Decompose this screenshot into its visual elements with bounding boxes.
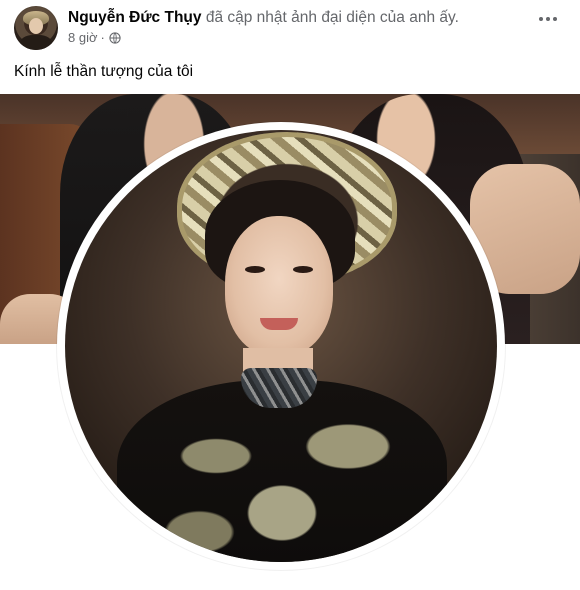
post-header: Nguyễn Đức Thụy đã cập nhật ảnh đại diện… (14, 6, 566, 50)
face (225, 216, 333, 356)
right-eye (293, 266, 313, 273)
post-meta: 8 giờ · (68, 30, 121, 46)
feed-post: Nguyễn Đức Thụy đã cập nhật ảnh đại diện… (0, 0, 580, 590)
profile-photo[interactable] (65, 130, 497, 562)
author-name-link[interactable]: Nguyễn Đức Thụy (68, 9, 202, 26)
post-timestamp[interactable]: 8 giờ (68, 30, 98, 46)
more-dot (546, 17, 550, 21)
post-action-text: đã cập nhật ảnh đại diện của anh ấy. (205, 9, 459, 26)
globe-icon[interactable] (109, 32, 121, 44)
more-options-icon[interactable] (530, 8, 566, 30)
meta-separator: · (100, 30, 105, 45)
post-caption: Kính lễ thần tượng của tôi (14, 63, 194, 80)
left-eye (245, 266, 265, 273)
avatar-dress (20, 35, 52, 50)
post-title-line: Nguyễn Đức Thụy đã cập nhật ảnh đại diện… (68, 8, 459, 28)
author-avatar[interactable] (14, 6, 58, 50)
more-dot (553, 17, 557, 21)
more-dot (539, 17, 543, 21)
lips (260, 318, 298, 330)
avatar-face (29, 18, 43, 34)
